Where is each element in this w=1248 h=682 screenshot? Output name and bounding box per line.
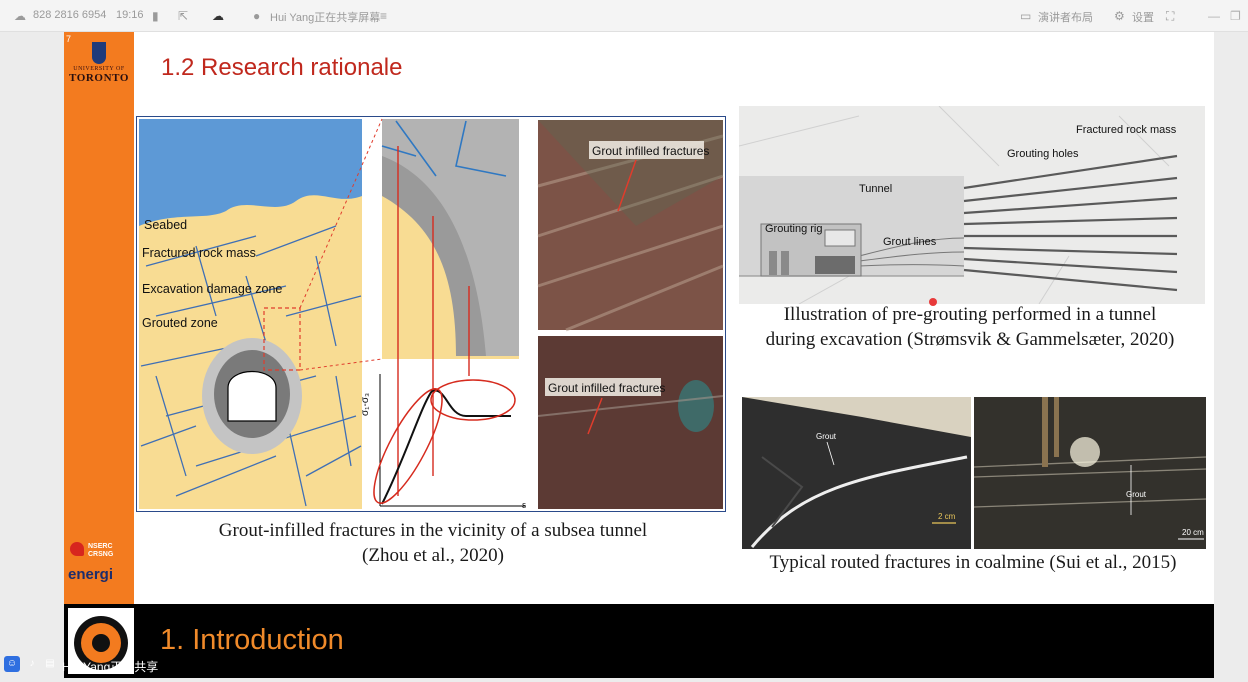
figure3-caption: Typical routed fractures in coalmine (Su… xyxy=(769,552,1177,573)
nserc-logo: NSERC CRSNG xyxy=(70,540,130,562)
label-seabed: Seabed xyxy=(144,218,187,232)
settings-button[interactable]: 设置 xyxy=(1132,9,1154,25)
photo-top-label: Grout infilled fractures xyxy=(592,144,709,158)
label-grout-right: Grout xyxy=(1126,490,1147,499)
next-slide-preview: 1. Introduction xyxy=(64,604,1214,678)
signal-icon[interactable]: ▮ xyxy=(152,9,159,23)
popout-icon[interactable]: ⇱ xyxy=(178,9,188,23)
figure1-caption-line1: Grout-infilled fractures in the vicinity… xyxy=(218,520,648,541)
nserc-text: NSERC xyxy=(88,543,113,550)
uoft-logo-name: TORONTO xyxy=(68,72,130,84)
label-tunnel: Tunnel xyxy=(859,183,892,195)
figure2-caption-line1: Illustration of pre-grouting performed i… xyxy=(783,304,1157,325)
minimize-icon[interactable]: — xyxy=(1208,9,1220,23)
figure-subsea-tunnel: Seabed Fractured rock mass Excavation da… xyxy=(136,116,726,512)
layout-button[interactable]: 演讲者布局 xyxy=(1038,9,1093,25)
label-grout-left: Grout xyxy=(816,432,837,441)
layout-icon[interactable]: ▭ xyxy=(1020,9,1031,23)
figure1-caption-line2: (Zhou et al., 2020) xyxy=(362,545,504,566)
presentation-slide: 7 UNIVERSITY OF TORONTO NSERC CRSNG energ… xyxy=(64,32,1214,604)
figure1-caption: Grout-infilled fractures in the vicinity… xyxy=(174,518,692,568)
photo-bottom-label: Grout infilled fractures xyxy=(548,381,665,395)
meeting-top-bar: ☁ 828 2816 6954 19:16 ▮ ⇱ ☁ ● Hui Yang正在… xyxy=(0,0,1248,32)
participant-icon[interactable]: ☺ xyxy=(4,656,20,672)
figure2-caption-line2: during excavation (Strømsvik & Gammelsæt… xyxy=(765,329,1175,350)
restore-icon[interactable]: ❐ xyxy=(1230,9,1241,23)
chat-icon[interactable]: ▤ xyxy=(42,656,58,672)
sharing-label: Hui Yang正在共享 xyxy=(62,660,159,674)
label-grouting-holes: Grouting holes xyxy=(1007,148,1079,160)
label-excavation-damage-zone: Excavation damage zone xyxy=(142,282,282,296)
sharing-status: Hui Yang正在共享屏幕 xyxy=(270,12,381,24)
figure-pre-grouting: Fractured rock mass Grouting holes Tunne… xyxy=(739,106,1205,304)
settings-gear-icon[interactable]: ⚙ xyxy=(1114,9,1125,23)
meeting-id[interactable]: 828 2816 6954 xyxy=(33,9,106,21)
energi-logo: energi xyxy=(68,566,114,583)
slide-side-band: 7 UNIVERSITY OF TORONTO NSERC CRSNG energ… xyxy=(64,32,134,604)
uoft-logo: UNIVERSITY OF TORONTO xyxy=(64,42,134,102)
strain-axis-label: ε xyxy=(522,500,526,510)
slide-title: 1.2 Research rationale xyxy=(161,54,403,81)
label-fractured-rock-mass: Fractured rock mass xyxy=(142,246,256,260)
figure-coalmine-photos: Grout 2 cm Grout 20 cm xyxy=(742,397,1206,549)
meeting-logo-icon: ☁ xyxy=(14,9,26,23)
stress-axis-label: σ₁-σ₃ xyxy=(360,393,371,416)
uoft-crest-icon xyxy=(92,42,106,64)
label-grout-lines: Grout lines xyxy=(883,236,937,248)
fullscreen-icon[interactable]: ⛶ xyxy=(1166,9,1174,24)
label-grouted-zone: Grouted zone xyxy=(142,316,218,330)
label-scale-left: 2 cm xyxy=(938,512,956,521)
cloud-record-icon[interactable]: ☁ xyxy=(212,9,224,23)
user-avatar-icon: ● xyxy=(253,9,261,23)
sharing-indicator: ☺ ♪ ▤ Hui Yang正在共享 xyxy=(4,655,164,675)
label-scale-right: 20 cm xyxy=(1182,528,1204,537)
crsng-text: CRSNG xyxy=(88,551,114,558)
figure2-caption: Illustration of pre-grouting performed i… xyxy=(728,302,1212,352)
menu-icon[interactable]: ≡ xyxy=(380,9,387,23)
meeting-time: 19:16 xyxy=(116,9,144,21)
maple-leaf-icon xyxy=(70,542,84,556)
section-title: 1. Introduction xyxy=(160,624,344,656)
label-fractured-rock-mass-2: Fractured rock mass xyxy=(1076,124,1177,136)
label-grouting-rig: Grouting rig xyxy=(765,223,822,235)
microphone-icon[interactable]: ♪ xyxy=(24,656,40,672)
